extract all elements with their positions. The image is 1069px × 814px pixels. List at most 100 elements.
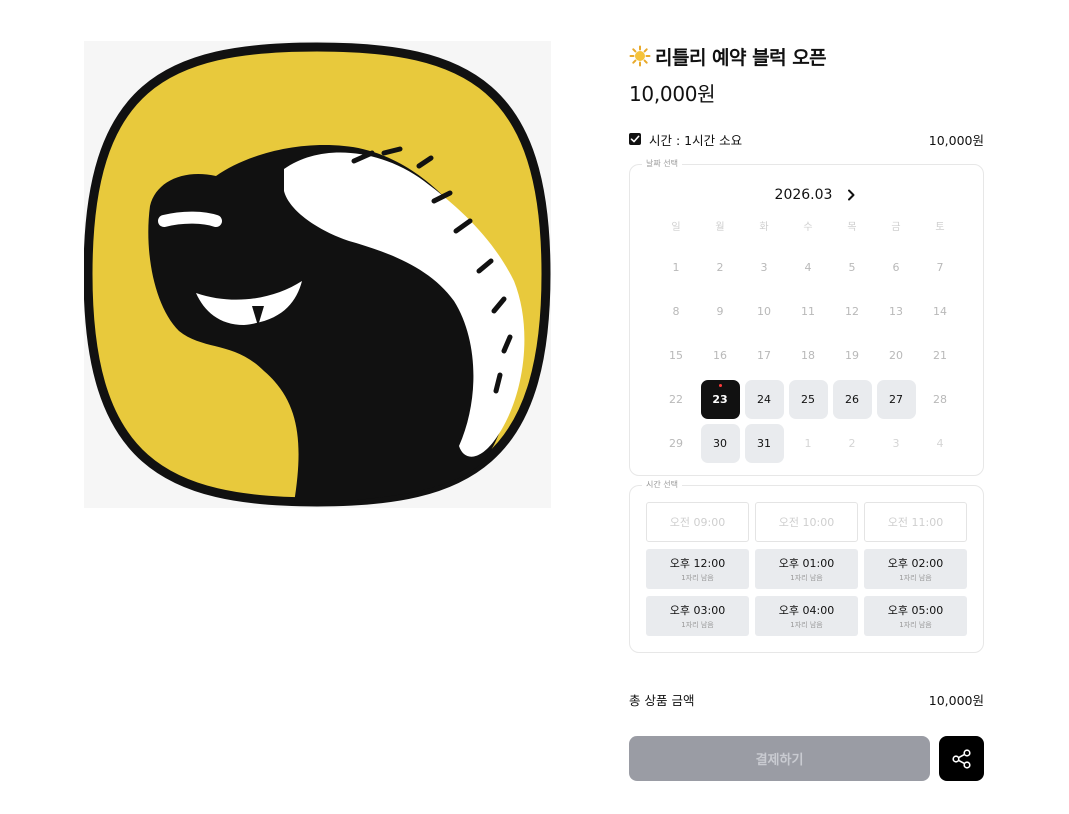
calendar-day[interactable]: 30 bbox=[698, 421, 742, 465]
calendar-day: 17 bbox=[742, 333, 786, 377]
check-icon bbox=[630, 135, 640, 143]
calendar-day: 18 bbox=[786, 333, 830, 377]
calendar-day[interactable]: 26 bbox=[830, 377, 874, 421]
today-dot bbox=[718, 384, 722, 387]
calendar-day-number: 6 bbox=[892, 260, 900, 274]
time-slot[interactable]: 오후 04:00 1자리 남음 bbox=[755, 596, 858, 636]
weekday-label: 토 bbox=[935, 221, 945, 233]
calendar-day: 3 bbox=[874, 421, 918, 465]
calendar-day: 9 bbox=[698, 289, 742, 333]
calendar-day-number: 28 bbox=[933, 392, 947, 406]
calendar-day[interactable]: 27 bbox=[874, 377, 918, 421]
calendar-day: 7 bbox=[918, 245, 962, 289]
time-slot-time: 오후 05:00 bbox=[887, 604, 944, 617]
time-slot-time: 오후 03:00 bbox=[669, 604, 726, 617]
calendar-day-number: 19 bbox=[845, 348, 859, 362]
calendar-day[interactable]: 25 bbox=[786, 377, 830, 421]
calendar-day-number: 3 bbox=[760, 260, 768, 274]
calendar-grid: 일월화수목금토 1 2 3 4 5 6 7 8 9 10 11 12 13 14 15 16 17 18 19 20 2… bbox=[654, 213, 962, 465]
calendar-day: 8 bbox=[654, 289, 698, 333]
time-slot: 오전 10:00 bbox=[755, 502, 858, 542]
calendar-day-number: 9 bbox=[716, 304, 724, 318]
calendar-day-number: 14 bbox=[933, 304, 947, 318]
calendar-day: 15 bbox=[654, 333, 698, 377]
time-slot[interactable]: 오후 01:00 1자리 남음 bbox=[755, 549, 858, 589]
calendar-day: 16 bbox=[698, 333, 742, 377]
calendar-day: 1 bbox=[786, 421, 830, 465]
calendar-day: 19 bbox=[830, 333, 874, 377]
calendar-day-number: 2 bbox=[716, 260, 724, 274]
calendar-day-number: 17 bbox=[757, 348, 771, 362]
calendar-day-number: 21 bbox=[933, 348, 947, 362]
calendar-day: 1 bbox=[654, 245, 698, 289]
calendar-day-number: 12 bbox=[845, 304, 859, 318]
time-slot-remaining: 1자리 남음 bbox=[899, 621, 932, 629]
calendar-day: 28 bbox=[918, 377, 962, 421]
calendar-day: 2 bbox=[830, 421, 874, 465]
calendar-day-number: 31 bbox=[744, 423, 784, 463]
option-checkbox[interactable] bbox=[629, 133, 641, 145]
product-image bbox=[84, 41, 551, 508]
calendar-day-number: 3 bbox=[892, 436, 900, 450]
calendar-day-number: 1 bbox=[672, 260, 680, 274]
total-value: 10,000원 bbox=[928, 693, 984, 708]
calendar-day-selected[interactable]: 23 bbox=[698, 377, 742, 421]
calendar-day-number: 5 bbox=[848, 260, 856, 274]
next-month-button[interactable] bbox=[844, 186, 858, 205]
calendar-day-number: 7 bbox=[936, 260, 944, 274]
calendar-day: 12 bbox=[830, 289, 874, 333]
calendar-day-number: 26 bbox=[832, 379, 872, 419]
date-picker-legend: 날짜 선택 bbox=[642, 159, 682, 169]
time-slot-time: 오후 12:00 bbox=[669, 557, 726, 570]
calendar-day-number: 1 bbox=[804, 436, 812, 450]
calendar-day: 2 bbox=[698, 245, 742, 289]
calendar-day[interactable]: 24 bbox=[742, 377, 786, 421]
calendar-day-number: 4 bbox=[936, 436, 944, 450]
share-button[interactable] bbox=[939, 736, 984, 781]
option-label: 시간 : 1시간 소요 bbox=[649, 132, 743, 148]
pay-button[interactable]: 결제하기 bbox=[629, 736, 930, 781]
time-slot-remaining: 1자리 남음 bbox=[790, 574, 823, 582]
calendar-day: 21 bbox=[918, 333, 962, 377]
time-slot[interactable]: 오후 03:00 1자리 남음 bbox=[646, 596, 749, 636]
product-price: 10,000원 bbox=[629, 82, 716, 106]
option-price: 10,000원 bbox=[928, 132, 984, 148]
time-slot[interactable]: 오후 02:00 1자리 남음 bbox=[864, 549, 967, 589]
calendar-day: 6 bbox=[874, 245, 918, 289]
calendar-day: 4 bbox=[918, 421, 962, 465]
time-picker-legend: 시간 선택 bbox=[642, 480, 682, 490]
calendar-day-number: 24 bbox=[744, 379, 784, 419]
calendar-day: 10 bbox=[742, 289, 786, 333]
time-slot[interactable]: 오후 05:00 1자리 남음 bbox=[864, 596, 967, 636]
calendar-day-number: 2 bbox=[848, 436, 856, 450]
time-slot-time: 오전 10:00 bbox=[778, 516, 835, 529]
dog-logo-image bbox=[84, 41, 551, 508]
product-title: 리틀리 예약 블럭 오픈 bbox=[655, 46, 827, 69]
calendar-day-number: 4 bbox=[804, 260, 812, 274]
time-slot-time: 오후 01:00 bbox=[778, 557, 835, 570]
calendar-weekdays: 일월화수목금토 bbox=[654, 213, 962, 237]
calendar-day: 22 bbox=[654, 377, 698, 421]
calendar-day-number: 25 bbox=[788, 379, 828, 419]
weekday-label: 금 bbox=[891, 221, 901, 233]
calendar-day: 11 bbox=[786, 289, 830, 333]
time-slot[interactable]: 오후 12:00 1자리 남음 bbox=[646, 549, 749, 589]
weekday-label: 수 bbox=[803, 221, 813, 233]
sun-icon bbox=[629, 45, 651, 67]
weekday-label: 월 bbox=[715, 221, 725, 233]
chevron-right-icon bbox=[848, 189, 855, 200]
time-slot-grid: 오전 09:00 오전 10:00 오전 11:00 오후 12:00 1자리 남음 오후… bbox=[646, 502, 967, 636]
share-icon bbox=[951, 748, 971, 769]
weekday-label: 화 bbox=[759, 221, 769, 233]
calendar-day[interactable]: 31 bbox=[742, 421, 786, 465]
time-slot-time: 오전 11:00 bbox=[887, 516, 944, 529]
option-row: 시간 : 1시간 소요 10,000원 bbox=[629, 127, 984, 151]
time-slot-remaining: 1자리 남음 bbox=[790, 621, 823, 629]
calendar-day-number: 13 bbox=[889, 304, 903, 318]
calendar-day-number: 20 bbox=[889, 348, 903, 362]
calendar-day-number: 18 bbox=[801, 348, 815, 362]
calendar-day: 13 bbox=[874, 289, 918, 333]
calendar-day-number: 10 bbox=[757, 304, 771, 318]
calendar-day: 5 bbox=[830, 245, 874, 289]
total-label: 총 상품 금액 bbox=[629, 693, 695, 708]
